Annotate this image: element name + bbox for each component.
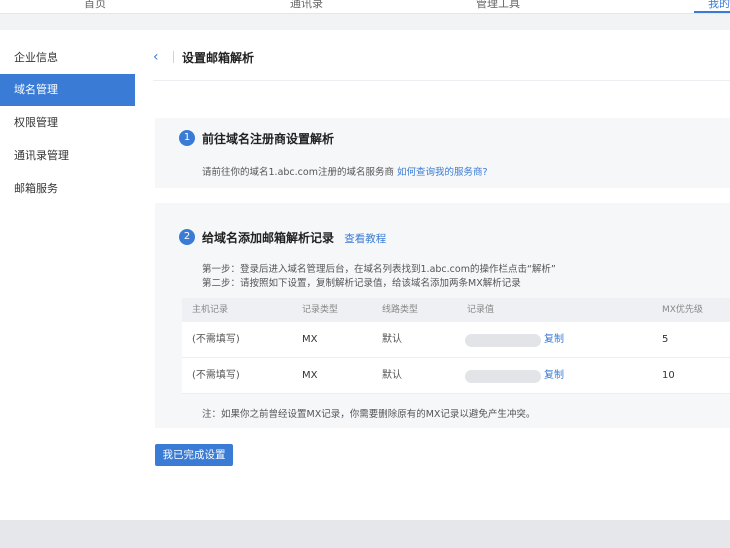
cell-priority: 10 — [662, 370, 675, 381]
col-header-priority: MX优先级 — [662, 305, 703, 315]
page-title: 设置邮箱解析 — [182, 50, 255, 65]
mx-conflict-note: 注：如果你之前曾经设置MX记录，你需要删除原有的MX记录以避免产生冲突。 — [202, 409, 536, 420]
cell-type: MX — [302, 370, 318, 381]
main-content: ‹ 设置邮箱解析 1 前往域名注册商设置解析 请前往你的域名1.abc.com注… — [135, 30, 730, 520]
col-header-line: 线路类型 — [382, 305, 419, 315]
col-header-type: 记录类型 — [302, 305, 339, 315]
sidebar-item-company-info[interactable]: 企业信息 — [0, 42, 135, 74]
header-divider — [153, 80, 730, 81]
step2-line1: 第一步：登录后进入域名管理后台，在域名列表找到1.abc.com的操作栏点击“解… — [202, 264, 556, 275]
sidebar-item-contacts-management[interactable]: 通讯录管理 — [0, 140, 135, 172]
step1-description-text: 请前往你的域名1.abc.com注册的域名服务商 — [202, 167, 394, 178]
copy-button[interactable]: 复制 — [544, 358, 564, 394]
step2-badge: 2 — [179, 229, 195, 245]
step1-card: 1 前往域名注册商设置解析 请前往你的域名1.abc.com注册的域名服务商 如… — [155, 118, 730, 188]
step1-title: 前往域名注册商设置解析 — [202, 132, 335, 146]
copy-button[interactable]: 复制 — [544, 322, 564, 358]
step2-card: 2 给域名添加邮箱解析记录 查看教程 第一步：登录后进入域名管理后台，在域名列表… — [155, 203, 730, 428]
view-tutorial-link[interactable]: 查看教程 — [344, 233, 386, 245]
col-header-host: 主机记录 — [192, 305, 229, 315]
record-value-placeholder — [465, 370, 541, 383]
nav-admin-tools[interactable]: 管理工具 — [476, 0, 520, 11]
title-separator — [173, 51, 174, 63]
setup-complete-button[interactable]: 我已完成设置 — [155, 444, 233, 466]
back-chevron-icon[interactable]: ‹ — [153, 48, 167, 66]
cell-host: (不需填写) — [192, 370, 240, 381]
table-header: 主机记录 记录类型 线路类型 记录值 MX优先级 — [182, 298, 730, 322]
step1-badge: 1 — [179, 130, 195, 146]
table-row: (不需填写) MX 默认 复制 10 — [182, 358, 730, 394]
cell-type: MX — [302, 334, 318, 345]
step2-title: 给域名添加邮箱解析记录 — [202, 231, 335, 245]
cell-priority: 5 — [662, 334, 669, 345]
nav-active-underline — [694, 11, 730, 13]
page-footer — [0, 520, 730, 548]
step2-line2: 第二步：请按照如下设置，复制解析记录值，给该域名添加两条MX解析记录 — [202, 278, 521, 289]
table-row: (不需填写) MX 默认 复制 5 — [182, 322, 730, 358]
sidebar: 企业信息 域名管理 权限管理 通讯录管理 邮箱服务 — [0, 30, 135, 520]
mx-records-table: 主机记录 记录类型 线路类型 记录值 MX优先级 (不需填写) MX 默认 复制… — [182, 298, 730, 394]
page-header: ‹ 设置邮箱解析 — [153, 48, 254, 66]
cell-line: 默认 — [382, 334, 402, 345]
nav-home[interactable]: 首页 — [84, 0, 106, 11]
step2-title-row: 给域名添加邮箱解析记录 查看教程 — [202, 229, 386, 246]
cell-line: 默认 — [382, 370, 402, 381]
step1-description: 请前往你的域名1.abc.com注册的域名服务商 如何查询我的服务商? — [202, 164, 488, 178]
top-navigation: 首页 通讯录 管理工具 我的 — [0, 0, 730, 14]
nav-contacts[interactable]: 通讯录 — [290, 0, 323, 11]
col-header-value: 记录值 — [467, 305, 495, 315]
cell-host: (不需填写) — [192, 334, 240, 345]
sidebar-item-permission-management[interactable]: 权限管理 — [0, 107, 135, 139]
sidebar-item-domain-management[interactable]: 域名管理 — [0, 74, 135, 106]
record-value-placeholder — [465, 334, 541, 347]
sidebar-item-mail-service[interactable]: 邮箱服务 — [0, 173, 135, 205]
nav-mine[interactable]: 我的 — [708, 0, 730, 11]
find-provider-link[interactable]: 如何查询我的服务商? — [397, 167, 488, 178]
